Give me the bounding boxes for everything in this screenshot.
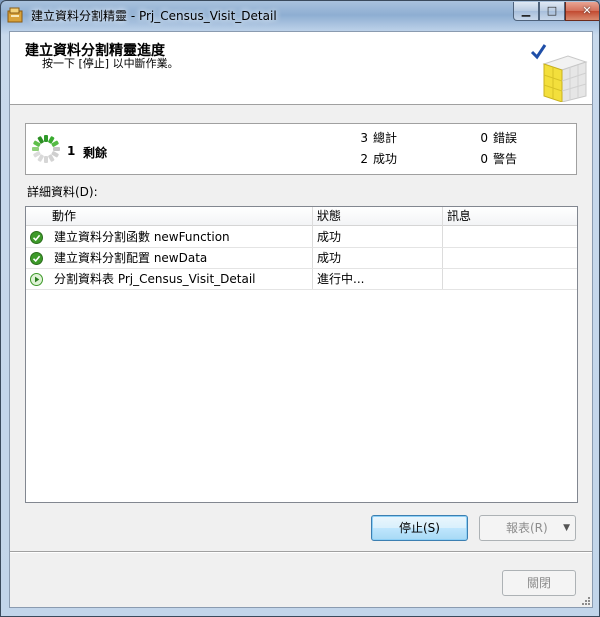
row-status: 進行中...	[317, 272, 365, 286]
stop-button[interactable]: 停止(S)	[371, 515, 468, 541]
column-header-status[interactable]: 狀態	[312, 207, 442, 226]
close-button[interactable]: 關閉	[502, 570, 576, 596]
app-icon	[7, 7, 23, 23]
wizard-cube-icon	[530, 44, 588, 102]
total-stat: 3 總計	[356, 129, 397, 146]
in-progress-icon	[30, 273, 43, 286]
table-row[interactable]: 建立資料分割函數 newFunction 成功	[26, 227, 577, 248]
error-label: 錯誤	[493, 131, 518, 145]
total-count: 3	[360, 131, 368, 145]
row-status: 成功	[317, 230, 342, 244]
column-header-action[interactable]: 動作	[26, 207, 312, 226]
remaining-label: 剩餘	[83, 146, 108, 160]
minimize-icon: ▁	[521, 4, 531, 17]
close-icon: ✕	[582, 4, 592, 17]
success-stat: 2 成功	[356, 150, 397, 167]
dialog-client: 建立資料分割精靈進度 按一下 [停止] 以中斷作業。 1 剩餘 3 總計 2 成…	[9, 31, 593, 608]
details-list[interactable]: 動作 狀態 訊息 建立資料分割函數 newFunction 成功 建立資料分割配…	[25, 206, 578, 503]
row-action: 建立資料分割函數 newFunction	[54, 230, 230, 244]
wizard-window: 建立資料分割精靈 - Prj_Census_Visit_Detail ▁ □ ✕…	[0, 0, 600, 617]
header-banner: 建立資料分割精靈進度 按一下 [停止] 以中斷作業。	[10, 32, 592, 105]
success-count: 2	[360, 152, 368, 166]
window-title: 建立資料分割精靈 - Prj_Census_Visit_Detail	[31, 9, 277, 23]
maximize-button[interactable]: □	[539, 2, 565, 21]
table-row[interactable]: 建立資料分割配置 newData 成功	[26, 248, 577, 269]
success-label: 成功	[373, 152, 398, 166]
chevron-down-icon[interactable]: ▼	[563, 516, 570, 540]
total-label: 總計	[373, 131, 398, 145]
warning-label: 警告	[493, 152, 518, 166]
success-icon	[30, 252, 43, 265]
report-button[interactable]: 報表(R) ▼	[479, 515, 576, 541]
success-icon	[30, 231, 43, 244]
details-label: 詳細資料(D):	[27, 185, 98, 199]
remaining-count: 1	[67, 144, 76, 158]
column-header-message[interactable]: 訊息	[442, 207, 577, 226]
warning-stat: 0 警告	[476, 150, 517, 167]
progress-summary: 1 剩餘 3 總計 2 成功 0 錯誤 0 警告	[25, 123, 577, 175]
page-subtitle: 按一下 [停止] 以中斷作業。	[42, 57, 179, 70]
warning-count: 0	[480, 152, 488, 166]
minimize-button[interactable]: ▁	[513, 2, 539, 21]
title-bar[interactable]: 建立資料分割精靈 - Prj_Census_Visit_Detail ▁ □ ✕	[1, 1, 599, 29]
close-window-button[interactable]: ✕	[565, 2, 599, 21]
progress-spinner-icon	[32, 135, 60, 163]
maximize-icon: □	[546, 4, 558, 17]
table-row[interactable]: 分割資料表 Prj_Census_Visit_Detail 進行中...	[26, 269, 577, 290]
row-status: 成功	[317, 251, 342, 265]
error-count: 0	[480, 131, 488, 145]
row-action: 建立資料分割配置 newData	[54, 251, 208, 265]
error-stat: 0 錯誤	[476, 129, 517, 146]
footer-divider	[10, 551, 592, 553]
row-action: 分割資料表 Prj_Census_Visit_Detail	[54, 272, 256, 286]
report-button-label: 報表(R)	[506, 521, 548, 535]
resize-grip-icon[interactable]	[580, 595, 590, 605]
